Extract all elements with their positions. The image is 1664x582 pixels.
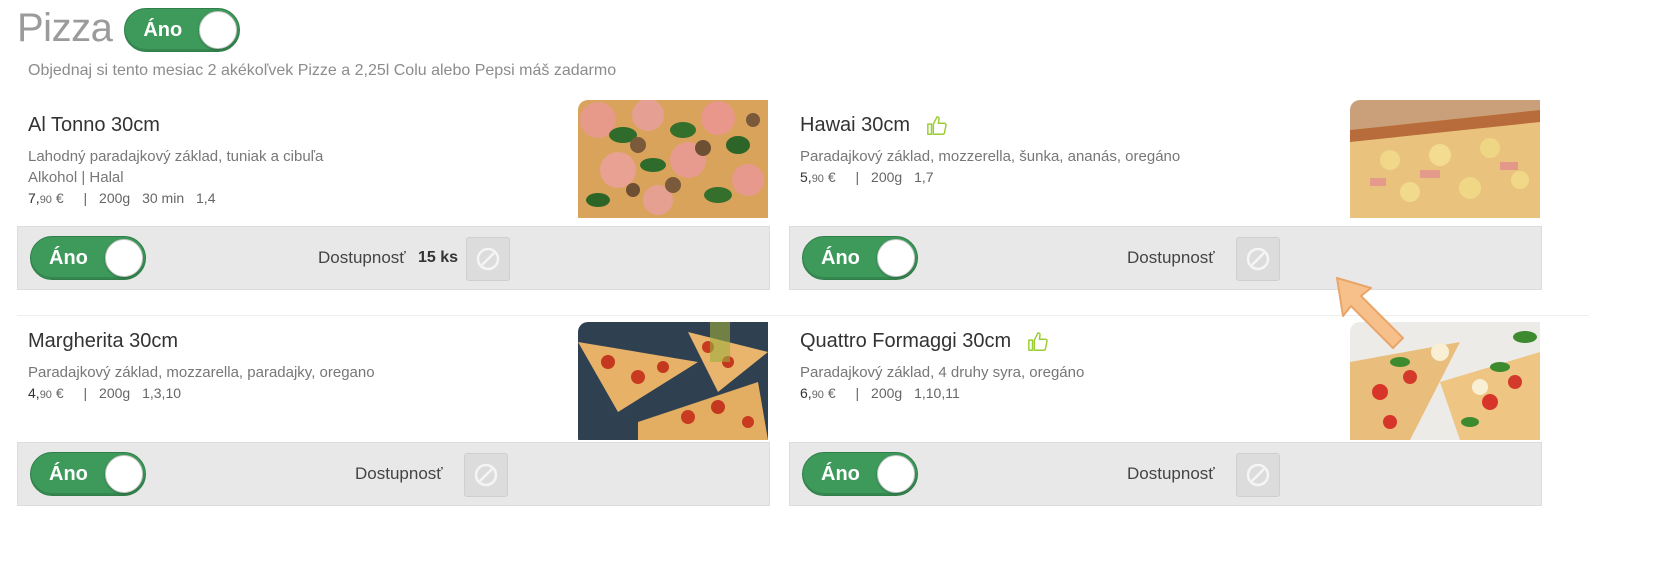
product-card: Margherita 30cm Paradajkový základ, mozz… (17, 315, 817, 513)
product-details: Paradajkový základ, mozzerella, šunka, a… (800, 146, 1180, 190)
edit-availability-button[interactable] (1236, 453, 1280, 497)
product-meta: 4,90 € | 200g 1,3,10 (28, 385, 182, 401)
page-title: Pizza (17, 6, 113, 50)
product-name: Quattro Formaggi 30cm (800, 330, 1012, 352)
product-price: 7,90 € (28, 190, 64, 206)
product-meta: 6,90 € | 200g 1,10,11 (800, 385, 960, 401)
category-enabled-toggle[interactable]: Áno (124, 8, 241, 52)
product-card: Quattro Formaggi 30cm Paradajkový základ… (789, 315, 1589, 513)
product-weight: 200g (871, 385, 903, 401)
product-allergens: 1,10,11 (914, 385, 960, 401)
product-name-row: Al Tonno 30cm (28, 114, 160, 137)
toggle-knob[interactable] (105, 239, 143, 277)
edit-availability-button[interactable] (466, 237, 510, 281)
toggle-knob[interactable] (877, 239, 915, 277)
product-name-row: Quattro Formaggi 30cm (800, 330, 1049, 353)
availability-label: Dostupnosť (355, 464, 443, 483)
product-tags: Alkohol | Halal (28, 169, 124, 186)
product-weight: 200g (99, 190, 131, 206)
product-weight: 200g (99, 385, 131, 401)
page-header: Pizza Áno (17, 4, 241, 52)
toggle-knob[interactable] (105, 455, 143, 493)
toggle-label: Áno (821, 247, 860, 269)
toggle-label: Áno (143, 19, 183, 41)
availability-bar: Áno Dostupnosť (789, 442, 1542, 506)
promo-text: Objednaj si tento mesiac 2 akékoľvek Piz… (28, 62, 617, 79)
product-time: 30 min (142, 190, 185, 206)
toggle-knob[interactable] (199, 11, 238, 49)
product-allergens: 1,4 (196, 190, 216, 206)
thumbs-up-icon (927, 115, 947, 135)
availability-label: Dostupnosť (1127, 464, 1215, 483)
disabled-icon (474, 463, 498, 487)
pizza-hawai-photo (1350, 100, 1552, 226)
toggle-label: Áno (49, 247, 88, 269)
product-description: Paradajkový základ, 4 druhy syra, oregán… (800, 364, 1085, 381)
thumbs-up-icon (1028, 331, 1048, 351)
product-meta: 5,90 € | 200g 1,7 (800, 169, 934, 185)
product-price: 5,90 € (800, 169, 836, 185)
availability-label: Dostupnosť (318, 248, 406, 267)
product-allergens: 1,7 (914, 169, 934, 185)
product-description: Paradajkový základ, mozzerella, šunka, a… (800, 148, 1181, 165)
disabled-icon (476, 247, 500, 271)
availability-bar: Áno Dostupnosť (789, 226, 1542, 290)
pointer-arrow-icon (1336, 277, 1404, 349)
product-name: Al Tonno 30cm (28, 114, 160, 136)
edit-availability-button[interactable] (464, 453, 508, 497)
product-details: Paradajkový základ, 4 druhy syra, oregán… (800, 362, 1084, 406)
product-card: Al Tonno 30cm Lahodný paradajkový základ… (17, 100, 817, 298)
toggle-knob[interactable] (877, 455, 915, 493)
product-enabled-toggle[interactable]: Áno (30, 452, 146, 496)
product-description: Paradajkový základ, mozzarella, paradajk… (28, 364, 375, 381)
product-name: Margherita 30cm (28, 330, 179, 352)
product-name: Hawai 30cm (800, 114, 911, 136)
toggle-label: Áno (49, 463, 88, 485)
pizza-pepperoni-photo (578, 322, 780, 448)
product-name-row: Margherita 30cm (28, 330, 178, 353)
availability-bar: Áno Dostupnosť 15 ks (17, 226, 770, 290)
product-allergens: 1,3,10 (142, 385, 182, 401)
product-card: Hawai 30cm Paradajkový základ, mozzerell… (789, 100, 1589, 298)
product-enabled-toggle[interactable]: Áno (802, 452, 918, 496)
pizza-tuna-photo (578, 100, 780, 226)
product-enabled-toggle[interactable]: Áno (30, 236, 146, 280)
availability-label: Dostupnosť (1127, 248, 1215, 267)
product-name-row: Hawai 30cm (800, 114, 948, 137)
availability-quantity: 15 ks (418, 249, 459, 266)
product-description: Lahodný paradajkový základ, tuniak a cib… (28, 148, 324, 165)
product-price: 4,90 € (28, 385, 64, 401)
toggle-label: Áno (821, 463, 860, 485)
product-price: 6,90 € (800, 385, 836, 401)
product-details: Paradajkový základ, mozzarella, paradajk… (28, 362, 375, 406)
product-meta: 7,90 € | 200g 30 min 1,4 (28, 190, 216, 206)
disabled-icon (1246, 463, 1270, 487)
product-enabled-toggle[interactable]: Áno (802, 236, 918, 280)
availability-bar: Áno Dostupnosť (17, 442, 770, 506)
product-details: Lahodný paradajkový základ, tuniak a cib… (28, 146, 323, 211)
disabled-icon (1246, 247, 1270, 271)
product-weight: 200g (871, 169, 903, 185)
edit-availability-button[interactable] (1236, 237, 1280, 281)
